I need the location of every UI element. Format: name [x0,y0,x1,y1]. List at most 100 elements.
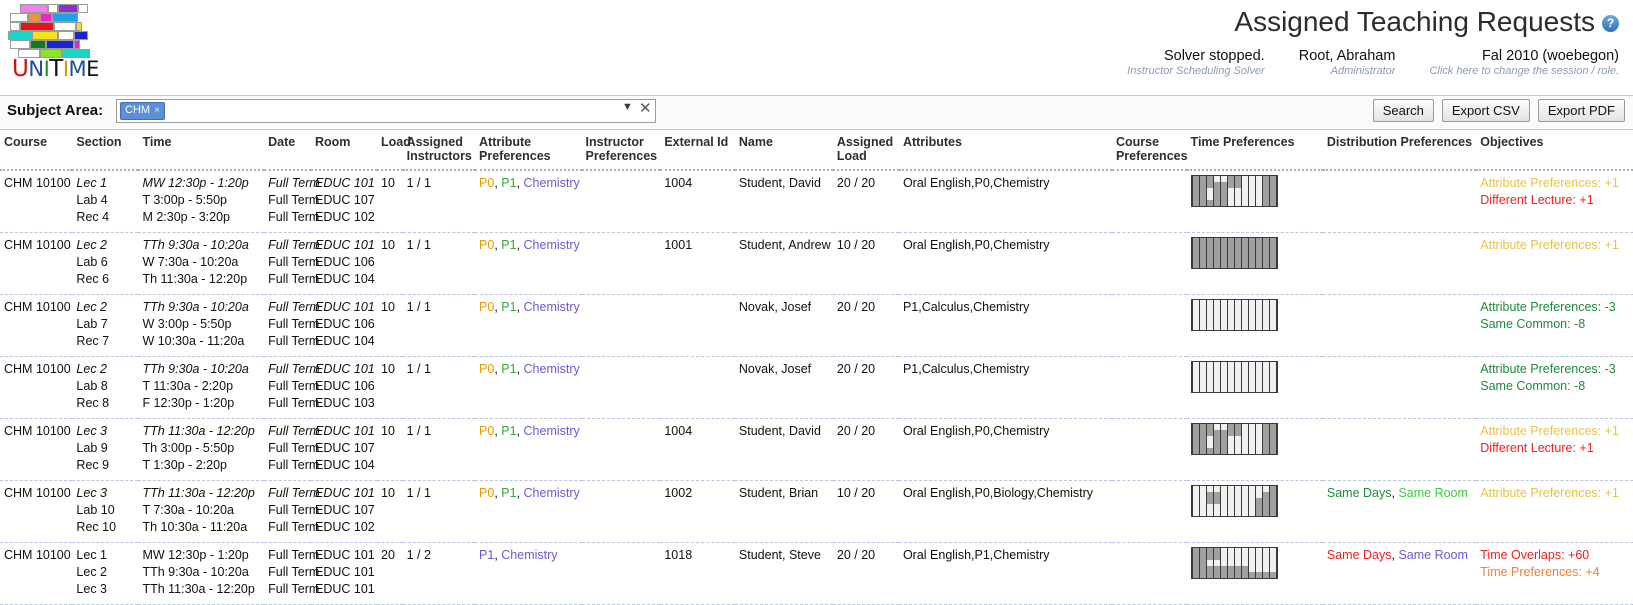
col-course[interactable]: Course [0,130,73,171]
pref-token[interactable]: P1 [501,362,516,376]
pref-token[interactable]: P0 [479,424,494,438]
time-grid-cell[interactable] [1213,262,1220,268]
time-grid-cell[interactable] [1262,200,1269,206]
pref-token[interactable]: Same Days [1327,548,1392,562]
time-grid-cell[interactable] [1192,386,1199,392]
col-date[interactable]: Date [264,130,311,171]
time-grid-cell[interactable] [1269,262,1276,268]
time-preferences-grid[interactable] [1190,175,1278,207]
time-grid-cell[interactable] [1241,200,1248,206]
pref-token[interactable]: Chemistry [501,548,557,562]
pref-token[interactable]: Chemistry [524,300,580,314]
time-grid-cell[interactable] [1262,448,1269,454]
time-preferences-grid[interactable] [1190,361,1278,393]
time-grid-cell[interactable] [1199,448,1206,454]
pref-token[interactable]: P1 [501,486,516,500]
time-grid-cell[interactable] [1241,510,1248,516]
time-grid-cell[interactable] [1227,200,1234,206]
time-preferences-grid[interactable] [1190,299,1278,331]
time-grid-cell[interactable] [1234,510,1241,516]
user-info[interactable]: Root, Abraham Administrator [1299,48,1396,77]
col-time-preferences[interactable]: Time Preferences [1186,130,1323,171]
time-grid-cell[interactable] [1269,324,1276,330]
pref-token[interactable]: P0 [479,362,494,376]
time-grid-cell[interactable] [1248,386,1255,392]
time-grid-cell[interactable] [1248,324,1255,330]
time-grid-cell[interactable] [1255,324,1262,330]
export-csv-button[interactable]: Export CSV [1441,99,1530,122]
time-grid-cell[interactable] [1206,572,1213,578]
time-grid-cell[interactable] [1206,262,1213,268]
time-grid-cell[interactable] [1241,572,1248,578]
pref-token[interactable]: Chemistry [524,362,580,376]
chevron-down-icon[interactable]: ▼ [622,101,633,113]
time-grid-cell[interactable] [1192,324,1199,330]
table-row[interactable]: CHM 10100 Lec 1 Lec 2 Lec 3 MW 12:30p - 1:20… [0,542,1633,605]
pref-token[interactable]: P0 [479,238,494,252]
time-grid-cell[interactable] [1241,386,1248,392]
time-grid-cell[interactable] [1248,448,1255,454]
time-grid-cell[interactable] [1241,448,1248,454]
table-row[interactable]: CHM 10100 Lec 2 Lab 7 Rec 7 TTh 9:30a - 10:2… [0,294,1633,357]
time-grid-cell[interactable] [1269,386,1276,392]
time-grid-cell[interactable] [1199,510,1206,516]
chip-remove-icon[interactable]: × [154,105,160,116]
time-grid-cell[interactable] [1255,448,1262,454]
time-grid-cell[interactable] [1269,572,1276,578]
subject-area-chip-chm[interactable]: CHM × [120,102,165,120]
col-instructor-preferences[interactable]: Instructor Preferences [581,130,661,171]
time-grid-cell[interactable] [1248,262,1255,268]
time-preferences-grid[interactable] [1190,485,1278,517]
time-grid-cell[interactable] [1262,510,1269,516]
time-preferences-grid[interactable] [1190,547,1278,579]
time-grid-cell[interactable] [1234,262,1241,268]
time-grid-cell[interactable] [1206,448,1213,454]
time-grid-cell[interactable] [1220,324,1227,330]
table-row[interactable]: CHM 10100 Lec 3 Lab 9 Rec 9 TTh 11:30a - 12:… [0,418,1633,481]
help-icon[interactable]: ? [1602,15,1619,33]
col-assigned-instructors[interactable]: Assigned Instructors [402,130,476,171]
time-grid-cell[interactable] [1192,572,1199,578]
pref-token[interactable]: P1 [501,176,516,190]
time-grid-cell[interactable] [1213,448,1220,454]
time-grid-cell[interactable] [1206,386,1213,392]
pref-token[interactable]: Same Room [1398,548,1467,562]
time-grid-cell[interactable] [1234,572,1241,578]
time-grid-cell[interactable] [1262,324,1269,330]
col-attribute-preferences[interactable]: Attribute Preferences [475,130,582,171]
solver-status[interactable]: Solver stopped. Instructor Scheduling So… [1127,48,1265,77]
time-grid-cell[interactable] [1206,324,1213,330]
time-grid-cell[interactable] [1227,386,1234,392]
time-grid-cell[interactable] [1192,200,1199,206]
table-row[interactable]: CHM 10100 Lec 3 Lab 10 Rec 10 TTh 11:30a - 1… [0,480,1633,543]
time-grid-cell[interactable] [1262,572,1269,578]
time-grid-cell[interactable] [1227,510,1234,516]
time-grid-cell[interactable] [1241,262,1248,268]
pref-token[interactable]: Chemistry [524,486,580,500]
pref-token[interactable]: Same Room [1398,486,1467,500]
table-row[interactable]: CHM 10100 Lec 2 Lab 8 Rec 8 TTh 9:30a - 10:2… [0,356,1633,419]
time-grid-cell[interactable] [1227,262,1234,268]
col-room[interactable]: Room [311,130,378,171]
col-distribution-preferences[interactable]: Distribution Preferences [1322,130,1477,171]
time-grid-cell[interactable] [1220,510,1227,516]
time-grid-cell[interactable] [1206,510,1213,516]
time-grid-cell[interactable] [1234,324,1241,330]
col-load[interactable]: Load [377,130,411,171]
pref-token[interactable]: Chemistry [524,424,580,438]
pref-token[interactable]: P1 [501,300,516,314]
time-grid-cell[interactable] [1206,200,1213,206]
time-grid-cell[interactable] [1199,572,1206,578]
time-grid-cell[interactable] [1269,510,1276,516]
time-grid-cell[interactable] [1220,262,1227,268]
col-attributes[interactable]: Attributes [898,130,1112,171]
time-grid-cell[interactable] [1213,386,1220,392]
time-grid-cell[interactable] [1220,200,1227,206]
time-grid-cell[interactable] [1220,386,1227,392]
subject-area-input[interactable]: CHM × [116,99,656,123]
time-grid-cell[interactable] [1213,572,1220,578]
time-grid-cell[interactable] [1248,572,1255,578]
time-grid-cell[interactable] [1199,386,1206,392]
clear-filter-icon[interactable]: ✕ [639,99,652,117]
time-grid-cell[interactable] [1248,510,1255,516]
